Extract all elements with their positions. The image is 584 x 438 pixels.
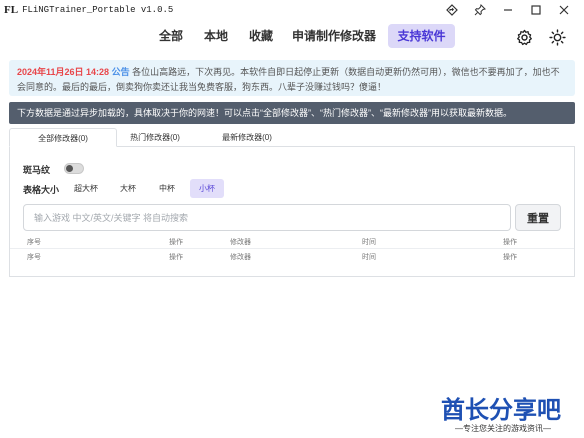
title-bar: FL FLiNGTrainer_Portable v1.0.5 <box>0 0 584 20</box>
settings-gear-icon[interactable] <box>513 26 535 48</box>
app-logo: FL <box>4 4 19 16</box>
trainer-tabs: 全部修改器(0) 热门修改器(0) 最新修改器(0) <box>9 128 575 147</box>
table-header-fixed: 序号 操作 修改器 时间 操作 <box>10 252 574 264</box>
trainer-panel: 斑马纹 表格大小 超大杯 大杯 中杯 小杯 重置 序号 操作 修改器 时间 操作… <box>9 147 575 277</box>
nav-all[interactable]: 全部 <box>152 24 190 48</box>
col-time: 时间 <box>362 239 376 246</box>
table-header: 序号 操作 修改器 时间 操作 <box>10 237 574 249</box>
announcement-tag: 公告 <box>111 67 130 77</box>
watermark-title: 酋长分享吧 <box>441 397 561 424</box>
close-icon[interactable] <box>550 0 578 20</box>
col-action: 操作 <box>169 254 183 261</box>
announcement-box: 2024年11月26日 14:28 公告 各位山高路远，下次再见。本软件自即日起… <box>9 60 575 96</box>
navigate-icon[interactable] <box>438 0 466 20</box>
search-input[interactable] <box>23 204 511 231</box>
zebra-stripe-label: 斑马纹 <box>23 165 51 175</box>
size-option-extra-large[interactable]: 超大杯 <box>70 179 102 198</box>
col-action-2: 操作 <box>503 254 517 261</box>
toggle-knob <box>66 165 73 172</box>
window-controls <box>438 0 578 20</box>
table-size-label: 表格大小 <box>23 185 60 195</box>
col-index: 序号 <box>27 239 41 246</box>
minimize-icon[interactable] <box>494 0 522 20</box>
size-option-large[interactable]: 大杯 <box>114 179 142 198</box>
theme-sun-icon[interactable] <box>546 26 568 48</box>
nav-local[interactable]: 本地 <box>197 24 235 48</box>
tab-latest-trainers[interactable]: 最新修改器(0) <box>203 128 291 147</box>
window-title: FLiNGTrainer_Portable v1.0.5 <box>22 5 174 15</box>
col-trainer: 修改器 <box>230 239 251 246</box>
col-trainer: 修改器 <box>230 254 251 261</box>
size-option-medium[interactable]: 中杯 <box>152 179 182 198</box>
reset-button[interactable]: 重置 <box>515 204 561 231</box>
watermark: 酋长分享吧 —专注您关注的游戏资讯— <box>441 390 581 436</box>
maximize-icon[interactable] <box>522 0 550 20</box>
col-time: 时间 <box>362 254 376 261</box>
nav-support-software[interactable]: 支持软件 <box>388 24 455 48</box>
col-action-2: 操作 <box>503 239 517 246</box>
col-action: 操作 <box>169 239 183 246</box>
top-navigation: 全部 本地 收藏 申请制作修改器 支持软件 <box>0 22 584 50</box>
pin-icon[interactable] <box>466 0 494 20</box>
announcement-date: 2024年11月26日 14:28 <box>17 67 110 77</box>
loading-info-bar: 下方数据是通过异步加载的，具体取决于你的网速！可以点击“全部修改器”、“热门修改… <box>9 102 575 124</box>
nav-request-trainer[interactable]: 申请制作修改器 <box>288 24 380 48</box>
watermark-subtitle: —专注您关注的游戏资讯— <box>455 424 551 433</box>
col-index: 序号 <box>27 254 41 261</box>
tab-hot-trainers[interactable]: 热门修改器(0) <box>117 128 193 147</box>
size-option-small[interactable]: 小杯 <box>190 179 224 198</box>
nav-favorites[interactable]: 收藏 <box>242 24 280 48</box>
tab-all-trainers[interactable]: 全部修改器(0) <box>9 128 117 147</box>
zebra-stripe-toggle[interactable] <box>64 163 84 174</box>
